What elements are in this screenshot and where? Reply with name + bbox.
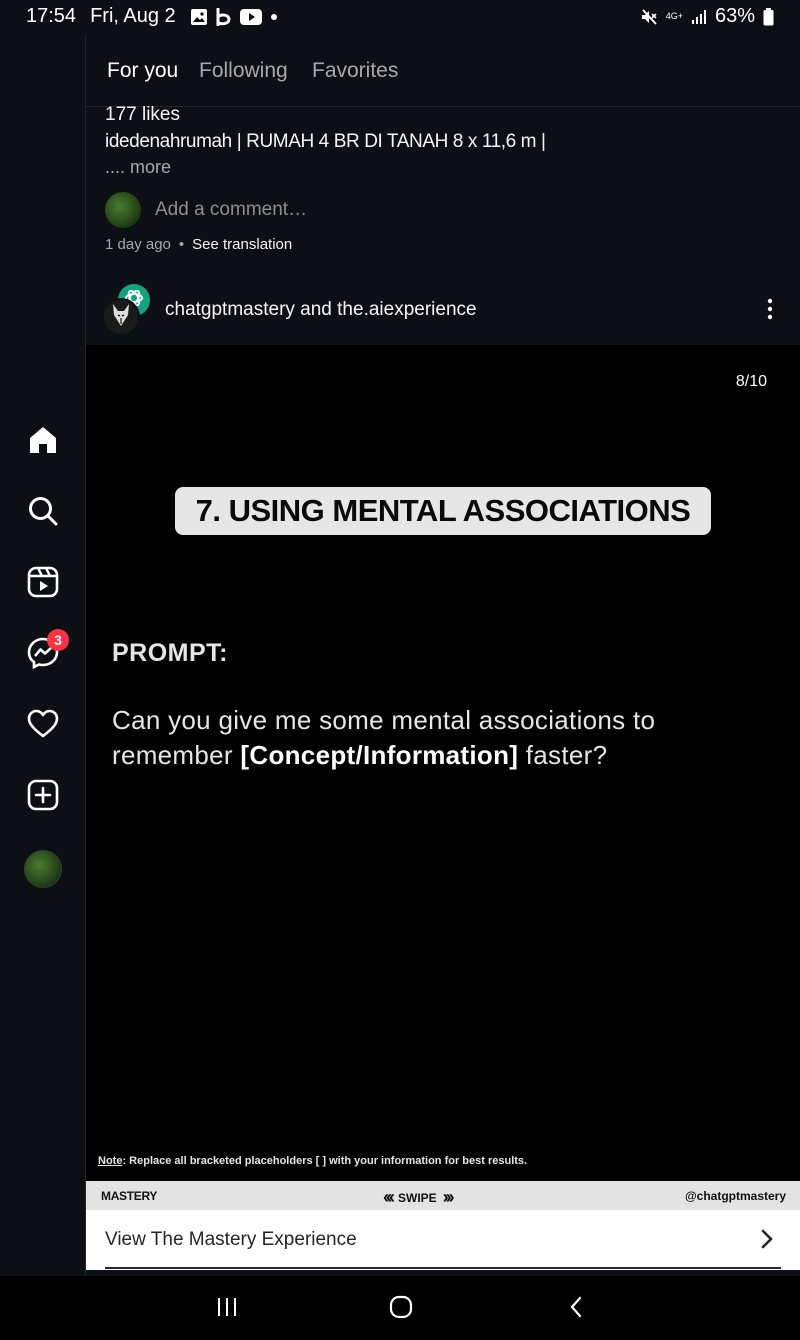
home-icon (26, 423, 60, 462)
slide-footer-banner: MASTERY ‹‹‹ SWIPE ››› @chatgptmastery (86, 1181, 800, 1210)
tab-for-you[interactable]: For you (107, 59, 178, 83)
battery-percent: 63% (714, 5, 755, 27)
reels-icon (26, 565, 60, 604)
heart-icon (26, 707, 60, 746)
prompt-text-end: faster? (518, 740, 608, 770)
caption-more-link[interactable]: .... more (105, 157, 171, 178)
tab-favorites[interactable]: Favorites (312, 59, 398, 83)
network-type: 4G+ (665, 11, 683, 21)
more-vertical-icon (767, 298, 773, 325)
home-button[interactable] (386, 1294, 416, 1324)
collab-avatar-wolf[interactable] (102, 298, 140, 336)
note-text: : Replace all bracketed placeholders [ ]… (122, 1155, 528, 1167)
nav-home[interactable] (23, 422, 63, 462)
status-time: 17:54 (26, 5, 77, 27)
recent-apps-icon (216, 1297, 238, 1322)
status-date: Fri, Aug 2 (90, 5, 176, 27)
gallery-icon (190, 8, 208, 26)
note-label: Note (98, 1155, 123, 1167)
post-authors[interactable]: chatgptmastery and the.aiexperience (165, 299, 477, 321)
nav-reels[interactable] (23, 564, 63, 604)
messages-badge: 3 (47, 629, 69, 651)
feed-tabs: For you Following Favorites (86, 34, 800, 107)
back-chevron-icon (568, 1295, 584, 1324)
post-header: chatgptmastery and the.aiexperience (86, 280, 800, 344)
mute-icon (640, 8, 658, 26)
likes-count[interactable]: 177 likes (105, 104, 180, 126)
recent-apps-button[interactable] (212, 1294, 242, 1324)
left-chevrons-icon: ‹‹‹ (383, 1187, 395, 1207)
add-comment-input[interactable]: Add a comment… (155, 199, 307, 221)
carousel-counter: 8/10 (735, 373, 767, 390)
post-meta: 1 day ago • See translation (105, 236, 292, 253)
nav-search[interactable] (23, 493, 63, 533)
swipe-label: SWIPE (397, 1190, 437, 1205)
sidebar-nav: 3 (0, 34, 86, 1276)
slide-note: Note: Replace all bracketed placeholders… (98, 1155, 527, 1167)
cta-divider (105, 1267, 781, 1269)
search-icon (26, 494, 60, 533)
signal-icon (691, 9, 707, 25)
wolf-logo-icon (111, 303, 131, 332)
nav-create[interactable] (23, 777, 63, 817)
back-button[interactable] (561, 1294, 591, 1324)
notification-dot-icon (270, 13, 278, 21)
b-app-icon (216, 7, 232, 26)
post-options-button[interactable] (758, 296, 782, 326)
nav-messages[interactable]: 3 (23, 629, 69, 675)
banner-handle: @chatgptmastery (684, 1189, 786, 1203)
slide-title: 7. USING MENTAL ASSOCIATIONS (175, 487, 711, 535)
system-nav-bar (0, 1276, 800, 1340)
nav-profile[interactable] (23, 849, 63, 889)
prompt-label: PROMPT: (112, 639, 228, 667)
battery-icon (763, 7, 774, 26)
profile-avatar (24, 850, 62, 888)
status-bar: 17:54 Fri, Aug 2 4G+ 63% (0, 0, 800, 34)
banner-swipe: ‹‹‹ SWIPE ››› (383, 1187, 455, 1208)
view-experience-cta[interactable]: View The Mastery Experience (86, 1210, 800, 1270)
chevron-right-icon (760, 1228, 774, 1255)
post-carousel-slide[interactable]: 8/10 7. USING MENTAL ASSOCIATIONS PROMPT… (86, 345, 800, 1181)
post-timestamp: 1 day ago (105, 236, 171, 253)
tab-following[interactable]: Following (199, 59, 288, 83)
avatar (105, 192, 141, 228)
banner-brand: MASTERY (101, 1189, 158, 1203)
right-chevrons-icon: ››› (442, 1187, 455, 1207)
see-translation-link[interactable]: See translation (192, 236, 292, 253)
post-caption: idedenahrumah | RUMAH 4 BR DI TANAH 8 x … (105, 131, 546, 152)
home-circle-icon (389, 1295, 413, 1324)
cta-label: View The Mastery Experience (105, 1229, 357, 1250)
create-icon (26, 778, 60, 817)
meta-separator: • (178, 236, 185, 253)
youtube-icon (239, 8, 262, 25)
add-comment-row[interactable]: Add a comment… (105, 192, 307, 228)
prompt-placeholder: [Concept/Information] (240, 740, 519, 770)
nav-notifications[interactable] (23, 706, 63, 746)
prompt-text: Can you give me some mental associations… (112, 703, 772, 773)
